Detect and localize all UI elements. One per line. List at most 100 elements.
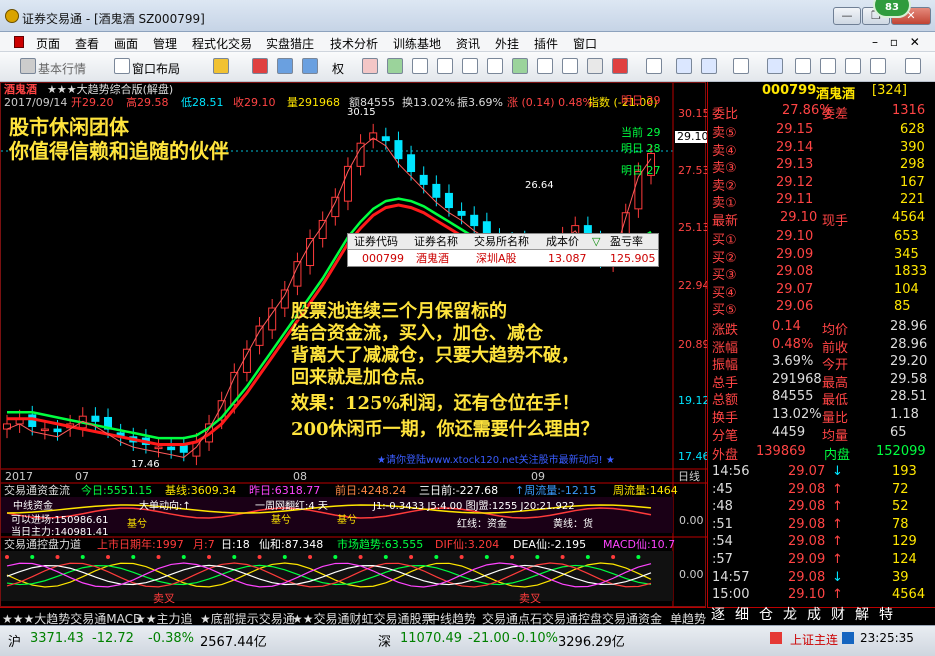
window-layout-button[interactable]: 窗口布局 [132,60,180,77]
menu-tech-analysis[interactable]: 技术分析 [330,35,378,52]
clock: 23:25:35 [860,631,914,645]
sz-amount: 3296.29亿 [558,635,625,650]
menu-manage[interactable]: 管理 [153,35,177,52]
right-tab[interactable]: 财 [831,608,845,622]
table-row[interactable]: 000799 酒鬼酒 深圳A股 13.087 125.905 [348,251,658,267]
sub2-dot [156,555,161,559]
tick-time: 14:57 [712,569,750,585]
view-c-icon[interactable] [701,58,717,74]
menu-window[interactable]: 窗口 [573,35,597,52]
candle-body [53,428,62,433]
sort-arrow-icon[interactable]: ▽ [592,236,600,248]
menu-program-trade[interactable]: 程式化交易 [192,35,252,52]
sz-index[interactable]: 11070.49 [400,631,462,646]
overlay-line-2: 结合资金流，买入，加仓、减仓 [291,323,543,344]
x-tick-3: 08 [293,470,307,483]
peak-annotation: 30.15 [347,107,376,118]
stat-row: 分笔 4459 均量 65 [712,424,932,444]
kline-chart-panel[interactable]: 酒鬼酒 ★★★大趋势综合版(解盘) 2017/09/14 开29.20 高29.… [0,82,711,608]
view-b-icon[interactable] [676,58,692,74]
sub1-red-line-label: 红线：资金 [457,519,507,530]
weight-button[interactable]: 权 [332,60,344,77]
period-icon[interactable] [412,58,428,74]
sell-volume: 167 [900,174,925,190]
save-icon[interactable] [252,58,268,74]
open-folder-icon[interactable] [213,58,229,74]
doc-icon[interactable] [587,58,603,74]
text-icon[interactable] [562,58,578,74]
tick-row: :45 29.08 ↑ 72 [712,481,932,499]
menu-plugin-ext[interactable]: 外挂 [495,35,519,52]
x-axis-label[interactable]: 日线 [678,471,700,483]
view-a-icon[interactable] [646,58,662,74]
fib-tool-icon[interactable] [870,58,886,74]
right-tab[interactable]: 解 [855,608,869,622]
menu-view[interactable]: 查看 [75,35,99,52]
right-tab[interactable]: 仓 [759,608,773,622]
info-icon[interactable] [537,58,553,74]
hline-tool-icon[interactable] [795,58,811,74]
basic-quote-button[interactable]: 基本行情 [38,60,86,77]
menu-page[interactable]: 页面 [36,35,60,52]
chart-type-icon[interactable] [387,58,403,74]
vline-tool-icon[interactable] [820,58,836,74]
chart-open: 开29.20 [71,96,114,109]
th-name[interactable]: 证券名称 [414,236,458,248]
menu-training[interactable]: 训练基地 [393,35,441,52]
buy-volume: 653 [894,229,919,244]
mdi-window-controls[interactable]: – ▫ ✕ [872,35,924,49]
right-tab[interactable]: 特 [879,608,893,622]
kline-icon[interactable] [487,58,503,74]
indicator-icon[interactable] [462,58,478,74]
more-tools-icon[interactable] [905,58,921,74]
right-tab[interactable]: 细 [735,608,749,622]
sub2-dot [131,555,136,559]
th-exchange[interactable]: 交易所名称 [474,236,529,248]
draw-icon[interactable] [362,58,378,74]
chart-low: 低28.51 [181,96,224,109]
volume-icon[interactable] [512,58,528,74]
menu-news[interactable]: 资讯 [456,35,480,52]
channel-tool-icon[interactable] [845,58,861,74]
sub2-list-year: 上市日期年:1997 [97,538,184,551]
minimize-button[interactable]: — [833,7,861,25]
right-tab[interactable]: 成 [807,608,821,622]
th-code[interactable]: 证券代码 [354,236,398,248]
right-tab[interactable]: 逐 [711,608,725,622]
crosshair-icon[interactable] [302,58,318,74]
sub2-month: 月:7 [193,538,215,551]
sub2-dot [459,555,464,559]
sub1-today: 今日:5551.15 [81,484,153,497]
chart-indicator-name[interactable]: ★★★大趋势综合版(解盘) [47,84,173,96]
sub2-macd: MACD仙:10.7 [603,538,676,551]
notification-badge[interactable]: 83 [873,0,911,18]
sub1-tag-3: 基兮 [337,515,357,526]
view-d-icon[interactable] [733,58,749,74]
alert-icon[interactable] [612,58,628,74]
compare-icon[interactable] [437,58,453,74]
sell-price: 29.13 [776,157,814,173]
line-tool-icon[interactable] [767,58,783,74]
th-cost[interactable]: 成本价 [546,236,579,248]
sub2-dot [333,555,338,559]
overlay-line-4: 回来就是加仓点。 [291,367,435,388]
last-row: 最新 29.10 现手 4564 [712,209,932,229]
menu-plugins[interactable]: 插件 [534,35,558,52]
stat-row: 总手 291968 最高 29.58 [712,371,932,391]
window-title-bar: 证券交易通 - [酒鬼酒 SZ000799] — ❐ ✕ 83 [0,0,935,32]
inout-row: 外盘 139869 内盘 152099 [712,443,932,463]
sh-index[interactable]: 3371.43 [30,631,84,646]
sub2-dot [80,555,85,559]
th-pnl[interactable]: 盈亏率 [610,236,643,248]
buy-volume: 1833 [894,264,928,280]
main-link[interactable]: 上证主连 [790,631,838,648]
stat-value-a: 0.14 [772,319,801,334]
position-table[interactable]: 证券代码 证券名称 交易所名称 成本价 ▽ 盈亏率 000799 酒鬼酒 深圳A… [347,233,659,267]
connection-icon [842,632,854,644]
menu-screen[interactable]: 画面 [114,35,138,52]
right-tab[interactable]: 龙 [783,608,797,622]
move-icon[interactable] [277,58,293,74]
hand-label: 现手 [822,214,849,229]
menu-real-hunt[interactable]: 实盘猎庄 [266,35,314,52]
sell-price: 29.12 [776,174,814,190]
